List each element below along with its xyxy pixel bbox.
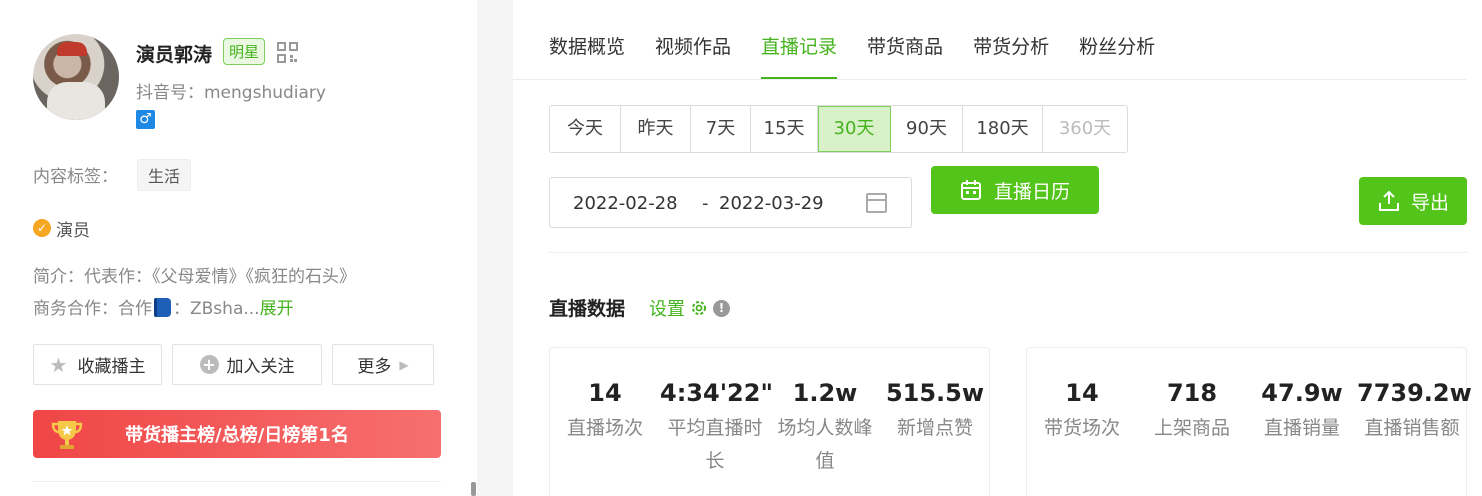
- tab-live-records[interactable]: 直播记录: [761, 0, 838, 80]
- date-end: 2022-03-29: [719, 193, 824, 214]
- settings-label: 设置: [649, 299, 685, 320]
- business-contact: 商务合作：合作 ：ZBsha...展开: [33, 294, 294, 319]
- stat-value: 4:34'22": [660, 379, 773, 407]
- stat-item: 4:34'22" 平均直播时长: [660, 376, 773, 478]
- verified-label: 演员: [56, 221, 90, 241]
- date-range-picker[interactable]: 2022-02-28 - 2022-03-29: [549, 177, 912, 228]
- settings-link[interactable]: 设置 !: [649, 295, 730, 321]
- favorite-button[interactable]: ★ 收藏播主: [33, 344, 162, 385]
- sales-stats-card: 14 带货场次 718 上架商品 47.9w 直播销量 7739.2w 直播销售…: [1026, 347, 1472, 496]
- range-180d[interactable]: 180天: [963, 106, 1043, 152]
- book-icon: [154, 298, 171, 317]
- scrollbar-thumb[interactable]: [471, 482, 476, 496]
- stat-label: 场均人数峰值: [777, 417, 873, 472]
- divider: [513, 79, 1466, 80]
- follow-button[interactable]: + 加入关注: [172, 344, 322, 385]
- stat-item: 47.9w 直播销量: [1247, 376, 1357, 445]
- profile-panel: 演员郭涛 明星 抖音号：mengshudiary ♂ 内容标签： 生活 ✓ 演员…: [0, 0, 477, 496]
- business-suffix: ：ZBsha...: [173, 299, 260, 319]
- tab-overview[interactable]: 数据概览: [549, 0, 625, 80]
- tab-bar: 数据概览 视频作品 直播记录 带货商品 带货分析 粉丝分析: [549, 0, 1185, 80]
- stat-label: 带货场次: [1043, 417, 1120, 439]
- expand-link[interactable]: 展开: [260, 299, 294, 319]
- info-icon[interactable]: !: [713, 299, 730, 317]
- rank-banner-label: 带货播主榜/总榜/日榜第1名: [125, 425, 349, 446]
- tab-videos[interactable]: 视频作品: [655, 0, 731, 80]
- content-tag[interactable]: 生活: [137, 159, 192, 191]
- stat-value: 14: [588, 379, 622, 407]
- avatar-cap: [57, 42, 87, 56]
- more-button[interactable]: 更多 ▶: [332, 344, 434, 385]
- live-data-title: 直播数据: [549, 298, 626, 320]
- favorite-label: 收藏播主: [77, 357, 146, 377]
- upload-icon: [1378, 190, 1399, 211]
- tab-fans-analysis[interactable]: 粉丝分析: [1079, 0, 1155, 80]
- star-icon: ★: [49, 352, 68, 377]
- date-range-selector: 今天 昨天 7天 15天 30天 90天 180天 360天: [549, 105, 1128, 153]
- stat-label: 直播销售额: [1364, 417, 1460, 439]
- stat-label: 上架商品: [1153, 417, 1230, 439]
- star-badge: 明星: [223, 38, 266, 65]
- plus-icon: +: [199, 355, 219, 374]
- profile-name: 演员郭涛: [136, 44, 213, 66]
- trophy-icon: [51, 421, 83, 449]
- qr-code-icon[interactable]: [277, 42, 298, 63]
- stat-item: 1.2w 场均人数峰值: [770, 376, 880, 478]
- douyin-id: 抖音号：mengshudiary: [136, 83, 326, 103]
- stat-value: 47.9w: [1261, 379, 1343, 407]
- range-90d[interactable]: 90天: [891, 106, 963, 152]
- stat-item: 14 直播场次: [550, 376, 660, 445]
- follow-label: 加入关注: [226, 357, 295, 377]
- stat-value: 14: [1065, 379, 1099, 407]
- main-panel: 数据概览 视频作品 直播记录 带货商品 带货分析 粉丝分析 今天 昨天 7天 1…: [513, 0, 1482, 496]
- business-prefix: 商务合作：合作: [33, 299, 152, 319]
- caret-right-icon: ▶: [399, 357, 409, 372]
- live-calendar-button[interactable]: 直播日历: [931, 166, 1099, 214]
- stat-item: 7739.2w 直播销售额: [1357, 376, 1472, 445]
- range-30d[interactable]: 30天: [818, 106, 891, 152]
- range-today[interactable]: 今天: [550, 106, 621, 152]
- range-15d[interactable]: 15天: [751, 106, 818, 152]
- stat-label: 新增点赞: [896, 417, 973, 439]
- divider: [33, 481, 441, 482]
- stat-label: 直播场次: [566, 417, 643, 439]
- stat-value: 515.5w: [885, 379, 985, 407]
- avatar-body: [47, 82, 105, 120]
- tab-products[interactable]: 带货商品: [867, 0, 943, 80]
- date-separator: -: [702, 193, 709, 214]
- tab-sales-analysis[interactable]: 带货分析: [973, 0, 1049, 80]
- stat-label: 直播销量: [1263, 417, 1340, 439]
- date-start: 2022-02-28: [573, 193, 678, 214]
- content-tag-label: 内容标签：: [33, 167, 118, 187]
- stat-label: 平均直播时长: [667, 417, 763, 472]
- stat-value: 718: [1166, 379, 1218, 407]
- stat-item: 14 带货场次: [1027, 376, 1137, 445]
- range-7d[interactable]: 7天: [691, 106, 751, 152]
- calendar-icon: [960, 180, 981, 200]
- export-button[interactable]: 导出: [1359, 177, 1467, 225]
- export-label: 导出: [1410, 191, 1449, 214]
- gear-icon: [692, 301, 706, 315]
- profile-intro: 简介：代表作：《父母爱情》《疯狂的石头》: [33, 267, 356, 287]
- live-calendar-label: 直播日历: [993, 180, 1070, 203]
- stat-value: 7739.2w: [1357, 379, 1472, 407]
- male-gender-icon: ♂: [136, 110, 155, 129]
- rank-banner[interactable]: 带货播主榜/总榜/日榜第1名: [33, 410, 441, 458]
- avatar[interactable]: [33, 34, 119, 120]
- stat-value: 1.2w: [792, 379, 858, 407]
- range-360d: 360天: [1058, 118, 1112, 139]
- divider: [549, 252, 1467, 253]
- range-yesterday[interactable]: 昨天: [621, 106, 691, 152]
- verified-check-icon: ✓: [33, 219, 51, 237]
- more-label: 更多: [357, 357, 392, 377]
- stat-item: 718 上架商品: [1137, 376, 1247, 445]
- live-stats-card: 14 直播场次 4:34'22" 平均直播时长 1.2w 场均人数峰值 515.…: [549, 347, 990, 496]
- stat-item: 515.5w 新增点赞: [880, 376, 990, 445]
- calendar-icon: [866, 193, 887, 213]
